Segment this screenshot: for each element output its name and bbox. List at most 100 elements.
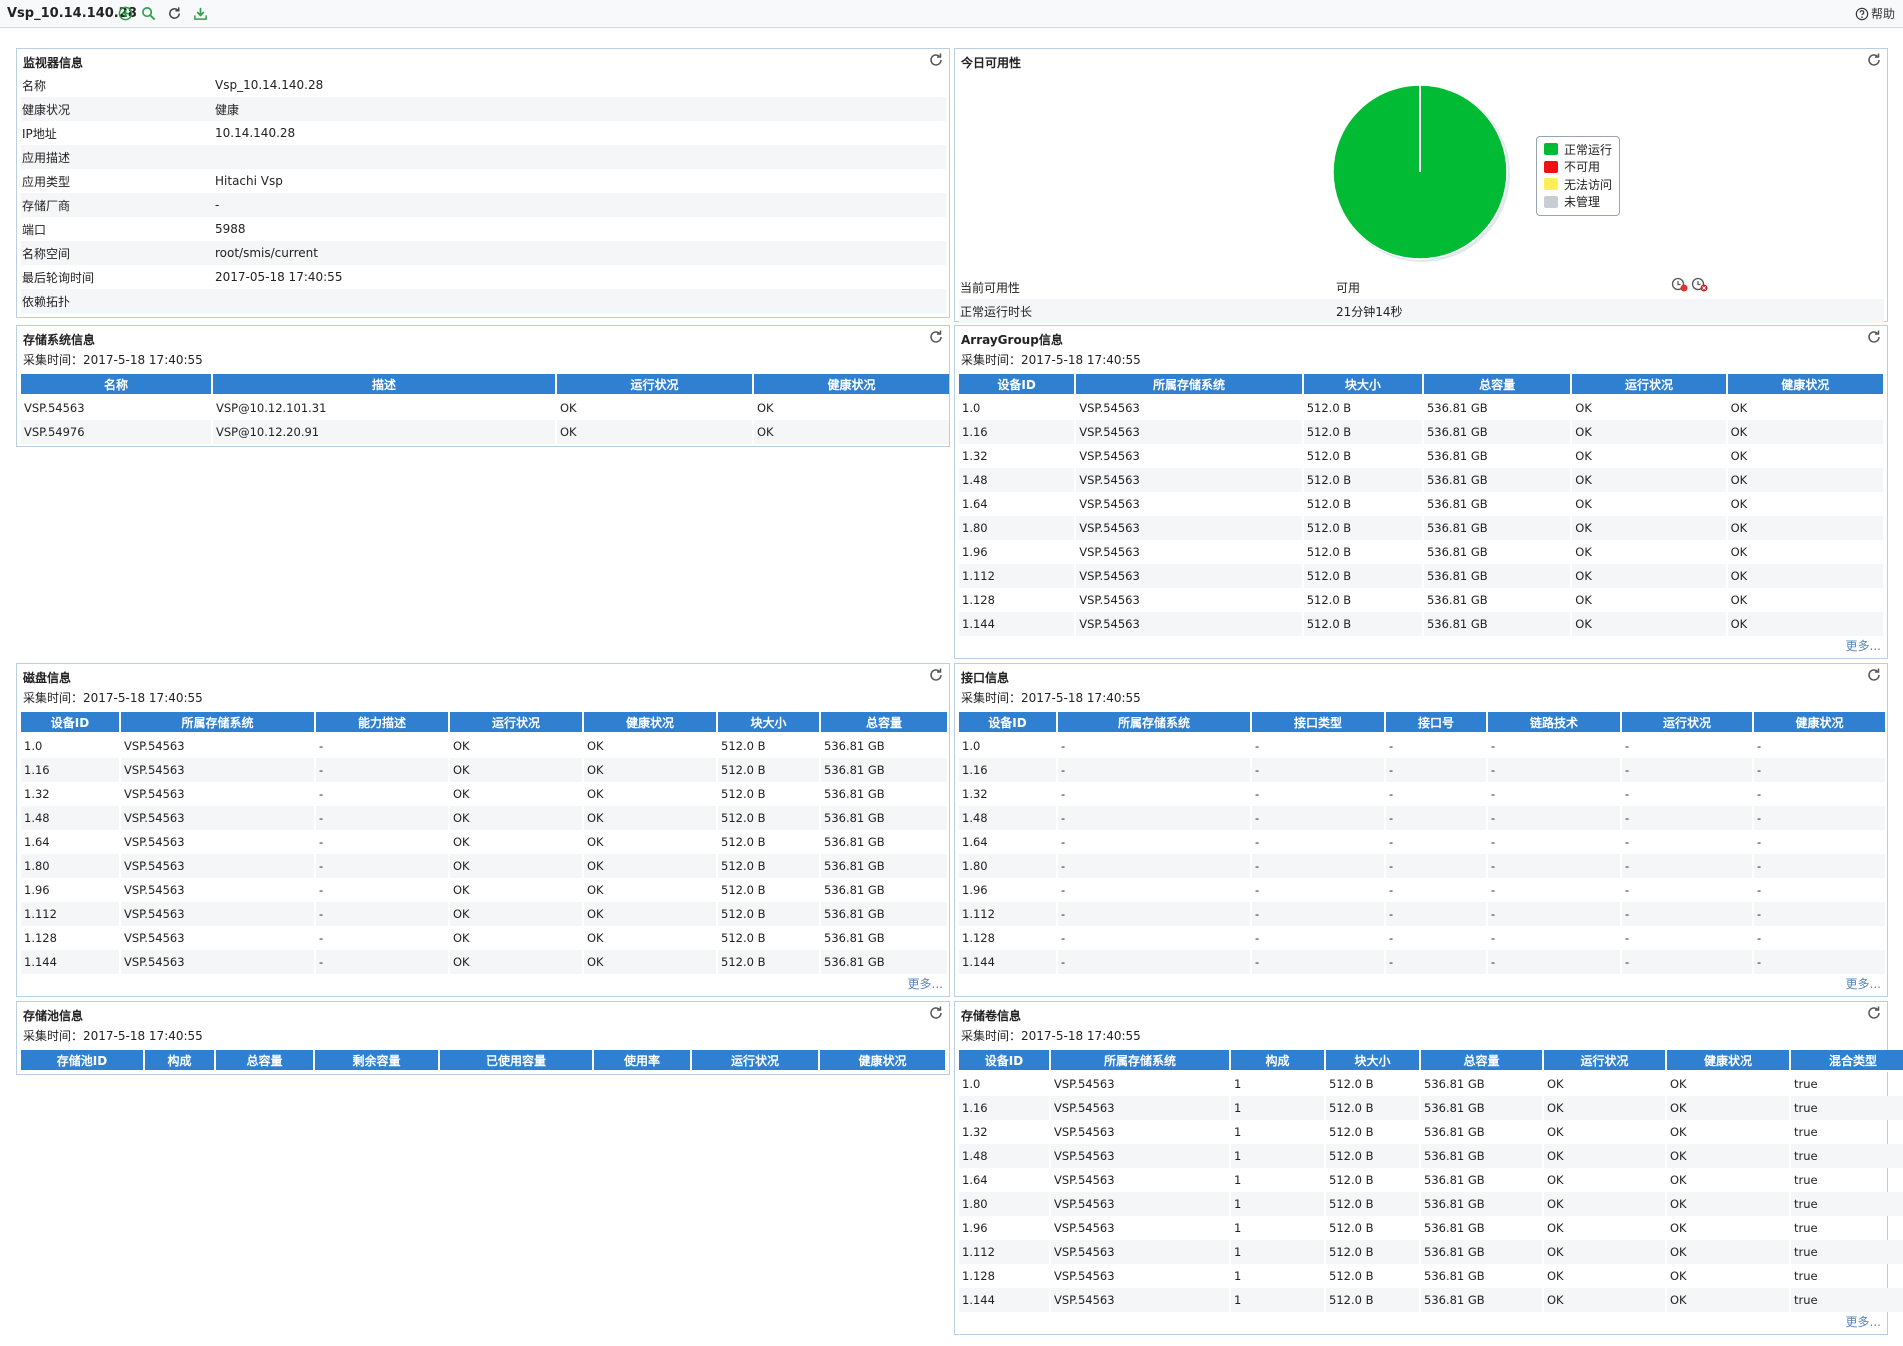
refresh-icon[interactable]: [928, 667, 944, 683]
table-row[interactable]: 1.64 - - - - - -: [959, 830, 1885, 854]
table-row[interactable]: 1.64 VSP.54563 512.0 B 536.81 GB OK OK: [959, 492, 1883, 516]
column-header[interactable]: 健康状况: [820, 1050, 945, 1072]
table-row[interactable]: 1.96 VSP.54563 - OK OK 512.0 B 536.81 GB: [21, 878, 947, 902]
table-row[interactable]: 1.144 VSP.54563 1 512.0 B 536.81 GB OK OK true: [959, 1288, 1903, 1312]
column-header[interactable]: 已使用容量: [440, 1050, 592, 1072]
column-header[interactable]: 所属存储系统: [1058, 712, 1250, 734]
column-header[interactable]: 总容量: [216, 1050, 313, 1072]
table-row[interactable]: 1.112 VSP.54563- OK OK 512.0 B 536.81 GB: [21, 902, 947, 926]
column-header[interactable]: 运行状况: [692, 1050, 818, 1072]
table-row[interactable]: 1.112 VSP.54563 1 512.0 B 536.81 GB OK OK true: [959, 1240, 1903, 1264]
column-header[interactable]: 设备ID: [959, 712, 1056, 734]
table-row[interactable]: 1.32 VSP.54563 1 512.0 B 536.81 GB OK OK true: [959, 1120, 1903, 1144]
column-header[interactable]: 总容量: [821, 712, 947, 734]
table-row[interactable]: 1.128 VSP.54563 512.0 B 536.81 GB OK OK: [959, 588, 1883, 612]
column-header[interactable]: 运行状况: [1572, 374, 1726, 396]
table-row[interactable]: 1.16 VSP.54563 512.0 B 536.81 GB OK OK: [959, 420, 1883, 444]
legend-item[interactable]: 不可用: [1544, 159, 1600, 175]
column-header[interactable]: 所属存储系统: [1076, 374, 1302, 396]
column-header[interactable]: 运行状况: [450, 712, 582, 734]
column-header[interactable]: 所属存储系统: [1051, 1050, 1229, 1072]
column-header[interactable]: 块大小: [1303, 374, 1422, 396]
column-header[interactable]: 接口号: [1386, 712, 1486, 734]
column-header[interactable]: 健康状况: [754, 374, 949, 396]
column-header[interactable]: 能力描述: [316, 712, 448, 734]
table-row[interactable]: 1.80 VSP.54563- OK OK 512.0 B 536.81 GB: [21, 854, 947, 878]
table-row[interactable]: 1.80- - - - - -: [959, 854, 1885, 878]
legend-item[interactable]: 正常运行: [1544, 141, 1612, 157]
table-row[interactable]: 1.32 - - - - - -: [959, 782, 1885, 806]
table-row[interactable]: 1.16 VSP.54563 1 512.0 B 536.81 GB OK OK true: [959, 1096, 1903, 1120]
table-row[interactable]: 1.0 - - - - - -: [959, 734, 1885, 758]
table-row[interactable]: 1.48- - - - - -: [959, 806, 1885, 830]
table-row[interactable]: 1.96 VSP.54563 512.0 B 536.81 GB OK OK: [959, 540, 1883, 564]
table-row[interactable]: 1.32 VSP.54563 - OK OK 512.0 B 536.81 GB: [21, 782, 947, 806]
table-row[interactable]: 1.112 VSP.54563 512.0 B 536.81 GB OK OK: [959, 564, 1883, 588]
table-row[interactable]: 1.64 VSP.54563 - OK OK 512.0 B 536.81 GB: [21, 830, 947, 854]
table-row[interactable]: 1.64 VSP.54563 1 512.0 B 536.81 GB OK OK true: [959, 1168, 1903, 1192]
availability-report-icon[interactable]: [1671, 277, 1689, 296]
column-header[interactable]: 剩余容量: [315, 1050, 438, 1072]
table-row[interactable]: 1.128 VSP.54563 1 512.0 B 536.81 GB OK OK true: [959, 1264, 1903, 1288]
refresh-icon[interactable]: [1866, 52, 1882, 68]
table-row[interactable]: 1.0 VSP.54563 - OK OK 512.0 B 536.81 GB: [21, 734, 947, 758]
column-header[interactable]: 运行状况: [557, 374, 752, 396]
refresh-icon[interactable]: [1866, 329, 1882, 345]
table-row[interactable]: 1.48 VSP.54563- OK OK 512.0 B 536.81 GB: [21, 806, 947, 830]
more-link[interactable]: 更多...: [908, 975, 943, 992]
more-link[interactable]: 更多...: [1846, 975, 1881, 992]
download-icon[interactable]: [192, 5, 208, 21]
column-header[interactable]: 使用率: [594, 1050, 690, 1072]
table-row[interactable]: 1.112- - - - - -: [959, 902, 1885, 926]
table-row[interactable]: 1.96 VSP.54563 1 512.0 B 536.81 GB OK OK true: [959, 1216, 1903, 1240]
column-header[interactable]: 运行状况: [1622, 712, 1752, 734]
column-header[interactable]: 健康状况: [1754, 712, 1885, 734]
add-icon[interactable]: [117, 5, 133, 21]
more-link[interactable]: 更多...: [1846, 637, 1881, 654]
column-header[interactable]: 块大小: [718, 712, 819, 734]
refresh-icon[interactable]: [1866, 667, 1882, 683]
column-header[interactable]: 名称: [21, 374, 211, 396]
column-header[interactable]: 健康状况: [584, 712, 716, 734]
refresh-icon[interactable]: [1866, 1005, 1882, 1021]
refresh-icon[interactable]: [166, 5, 182, 21]
table-row[interactable]: VSP.54976 VSP@10.12.20.91 OK OK: [21, 420, 949, 444]
table-row[interactable]: 1.0 VSP.54563 512.0 B 536.81 GB OK OK: [959, 396, 1883, 420]
column-header[interactable]: 构成: [145, 1050, 214, 1072]
column-header[interactable]: 存储池ID: [21, 1050, 143, 1072]
refresh-icon[interactable]: [928, 329, 944, 345]
table-row[interactable]: 1.80 VSP.54563 1 512.0 B 536.81 GB OK OK true: [959, 1192, 1903, 1216]
table-row[interactable]: 1.128 - - - - - -: [959, 926, 1885, 950]
column-header[interactable]: 健康状况: [1727, 374, 1883, 396]
help-link[interactable]: 帮助: [1855, 5, 1895, 22]
column-header[interactable]: 总容量: [1423, 374, 1571, 396]
table-row[interactable]: 1.96 - - - - - -: [959, 878, 1885, 902]
table-row[interactable]: 1.128 VSP.54563 - OK OK 512.0 B 536.81 GB: [21, 926, 947, 950]
refresh-icon[interactable]: [928, 1005, 944, 1021]
table-row[interactable]: 1.48 VSP.54563 512.0 B 536.81 GB OK OK: [959, 468, 1883, 492]
column-header[interactable]: 设备ID: [959, 374, 1075, 396]
column-header[interactable]: 构成: [1231, 1050, 1324, 1072]
table-row[interactable]: 1.48 VSP.54563 1 512.0 B 536.81 GB OK OK true: [959, 1144, 1903, 1168]
legend-item[interactable]: 无法访问: [1544, 176, 1612, 192]
legend-item[interactable]: 未管理: [1544, 194, 1600, 210]
search-icon[interactable]: [140, 5, 156, 21]
column-header[interactable]: 总容量: [1421, 1050, 1542, 1072]
column-header[interactable]: 健康状况: [1667, 1050, 1789, 1072]
column-header[interactable]: 所属存储系统: [121, 712, 314, 734]
column-header[interactable]: 混合类型: [1791, 1050, 1903, 1072]
table-row[interactable]: 1.144 VSP.54563 512.0 B 536.81 GB OK OK: [959, 612, 1883, 636]
table-row[interactable]: 1.144 VSP.54563- OK OK 512.0 B 536.81 GB: [21, 950, 947, 974]
refresh-icon[interactable]: [928, 52, 944, 68]
column-header[interactable]: 设备ID: [959, 1050, 1049, 1072]
table-row[interactable]: 1.32 VSP.54563 512.0 B 536.81 GB OK OK: [959, 444, 1883, 468]
table-row[interactable]: 1.144- - - - - -: [959, 950, 1885, 974]
column-header[interactable]: 设备ID: [21, 712, 119, 734]
table-row[interactable]: 1.16- - - - - -: [959, 758, 1885, 782]
column-header[interactable]: 描述: [213, 374, 555, 396]
column-header[interactable]: 链路技术: [1488, 712, 1620, 734]
table-row[interactable]: 1.16 VSP.54563- OK OK 512.0 B 536.81 GB: [21, 758, 947, 782]
column-header[interactable]: 运行状况: [1544, 1050, 1665, 1072]
table-row[interactable]: 1.80 VSP.54563 512.0 B 536.81 GB OK OK: [959, 516, 1883, 540]
table-row[interactable]: 1.0 VSP.54563 1 512.0 B 536.81 GB OK OK true: [959, 1072, 1903, 1096]
